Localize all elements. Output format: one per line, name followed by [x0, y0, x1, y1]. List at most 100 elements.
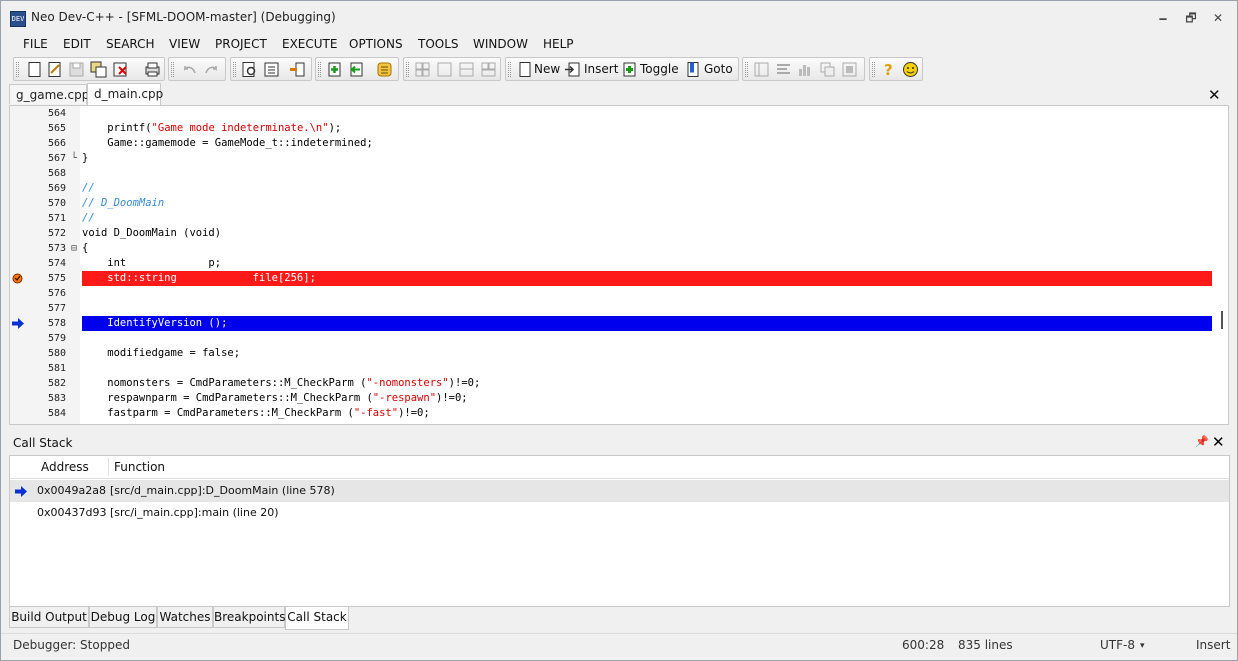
code-text[interactable]: modifiedgame = false; — [82, 346, 1212, 361]
code-text[interactable] — [82, 301, 1212, 316]
windows-icon[interactable] — [819, 61, 836, 78]
code-text[interactable]: int p; — [82, 256, 1212, 271]
code-line[interactable]: 580 modifiedgame = false; — [10, 346, 1228, 361]
code-text[interactable]: } — [82, 151, 1212, 166]
new-file-icon[interactable] — [26, 61, 43, 78]
menu-window[interactable]: WINDOW — [473, 37, 528, 51]
code-text[interactable] — [82, 361, 1212, 376]
table-row[interactable]: 0x0049a2a8 [src/d_main.cpp]:D_DoomMain (… — [10, 480, 1229, 502]
code-text[interactable]: std::string file[256]; — [82, 271, 1212, 286]
fold-toggle-icon[interactable]: ⊟ — [71, 241, 79, 256]
minimize-button[interactable]: 🗕 — [1152, 7, 1174, 29]
grid-view-icon[interactable] — [414, 61, 431, 78]
toolbar-grip[interactable] — [318, 62, 321, 77]
code-editor[interactable]: 564 565 printf("Game mode indeterminate.\… — [9, 105, 1229, 425]
close-file-icon[interactable] — [112, 61, 129, 78]
code-line[interactable]: 568 — [10, 166, 1228, 181]
menu-view[interactable]: VIEW — [169, 37, 200, 51]
code-text[interactable]: // — [82, 211, 1212, 226]
code-line[interactable]: 566 Game::gamemode = GameMode_t::indeter… — [10, 136, 1228, 151]
menu-tools[interactable]: TOOLS — [418, 37, 459, 51]
code-text[interactable]: // — [82, 181, 1212, 196]
toolbar-goto-button[interactable]: Goto — [704, 62, 733, 76]
toolbar-grip[interactable] — [171, 62, 174, 77]
redo-icon[interactable] — [203, 61, 220, 78]
close-editor-tab-icon[interactable]: ✕ — [1208, 86, 1221, 104]
code-text[interactable]: respawnparm = CmdParameters::M_CheckParm… — [82, 391, 1212, 406]
menu-file[interactable]: FILE — [23, 37, 48, 51]
code-line[interactable]: 577 — [10, 301, 1228, 316]
column-header-function[interactable]: Function — [114, 460, 165, 474]
code-text[interactable] — [82, 166, 1212, 181]
align-icon[interactable] — [775, 61, 792, 78]
find-icon[interactable] — [241, 61, 258, 78]
about-icon[interactable] — [902, 61, 919, 78]
column-header-address[interactable]: Address — [41, 460, 89, 474]
code-line[interactable]: 578 IdentifyVersion (); — [10, 316, 1228, 331]
chart-icon[interactable] — [797, 61, 814, 78]
code-text[interactable]: fastparm = CmdParameters::M_CheckParm ("… — [82, 406, 1212, 421]
goto-bookmark-icon[interactable] — [684, 61, 701, 78]
code-line[interactable]: 581 — [10, 361, 1228, 376]
code-line[interactable]: 565 printf("Game mode indeterminate.\n")… — [10, 121, 1228, 136]
remove-from-project-icon[interactable] — [348, 61, 365, 78]
tab-call-stack[interactable]: Call Stack — [285, 607, 349, 630]
print-icon[interactable] — [144, 61, 161, 78]
new-breakpoint-icon[interactable] — [516, 61, 533, 78]
replace-icon[interactable] — [263, 61, 280, 78]
code-line[interactable]: 573 ⊟{ — [10, 241, 1228, 256]
tab-debug-log[interactable]: Debug Log — [89, 607, 157, 628]
code-line[interactable]: 571 // — [10, 211, 1228, 226]
toolbar-grip[interactable] — [508, 62, 511, 77]
scrollbar-thumb[interactable] — [1221, 311, 1223, 329]
code-line[interactable]: 567 └} — [10, 151, 1228, 166]
split-view-icon[interactable] — [458, 61, 475, 78]
menu-help[interactable]: HELP — [543, 37, 574, 51]
toggle-icon[interactable] — [620, 61, 637, 78]
toolbar-insert-button[interactable]: Insert — [584, 62, 618, 76]
tab-d-main-cpp[interactable]: d_main.cpp — [87, 83, 163, 105]
breakpoint-icon[interactable] — [12, 273, 23, 284]
tab-build-output[interactable]: Build Output — [9, 607, 89, 628]
toolbar-toggle-button[interactable]: Toggle — [640, 62, 679, 76]
single-view-icon[interactable] — [436, 61, 453, 78]
menu-execute[interactable]: EXECUTE — [282, 37, 337, 51]
menu-project[interactable]: PROJECT — [215, 37, 267, 51]
code-text[interactable]: Game::gamemode = GameMode_t::indetermine… — [82, 136, 1212, 151]
code-line[interactable]: 574 int p; — [10, 256, 1228, 271]
code-line[interactable]: 583 respawnparm = CmdParameters::M_Check… — [10, 391, 1228, 406]
code-line[interactable]: 570 // D_DoomMain — [10, 196, 1228, 211]
undo-icon[interactable] — [181, 61, 198, 78]
toolbar-grip[interactable] — [872, 62, 875, 77]
code-text[interactable]: IdentifyVersion (); — [82, 316, 1212, 331]
code-text[interactable]: printf("Game mode indeterminate.\n"); — [82, 121, 1212, 136]
tab-g-game-cpp[interactable]: g_game.cpp — [9, 84, 89, 104]
table-row[interactable]: 0x00437d93 [src/i_main.cpp]:main (line 2… — [10, 502, 1229, 524]
code-line[interactable]: 576 — [10, 286, 1228, 301]
tab-breakpoints[interactable]: Breakpoints — [213, 607, 285, 628]
menu-search[interactable]: SEARCH — [106, 37, 155, 51]
column-divider[interactable] — [108, 458, 109, 476]
open-file-icon[interactable] — [46, 61, 63, 78]
code-line[interactable]: 582 nomonsters = CmdParameters::M_CheckP… — [10, 376, 1228, 391]
code-text[interactable]: { — [82, 241, 1212, 256]
toolbar-grip[interactable] — [16, 62, 19, 77]
add-to-project-icon[interactable] — [326, 61, 343, 78]
code-line[interactable]: 564 — [10, 106, 1228, 121]
code-text[interactable]: // D_DoomMain — [82, 196, 1212, 211]
toolbar-new-button[interactable]: New — [534, 62, 560, 76]
encoding-dropdown-icon[interactable]: ▾ — [1140, 641, 1145, 651]
encoding-selector[interactable]: UTF-8 — [1100, 638, 1135, 652]
close-panel-icon[interactable]: ✕ — [1212, 433, 1225, 451]
menu-options[interactable]: OPTIONS — [349, 37, 403, 51]
toolbar-grip[interactable] — [745, 62, 748, 77]
code-text[interactable]: void D_DoomMain (void) — [82, 226, 1212, 241]
panel-icon[interactable] — [753, 61, 770, 78]
code-line[interactable]: 569 // — [10, 181, 1228, 196]
pin-icon[interactable]: 📌 — [1195, 435, 1209, 448]
code-line[interactable]: 579 — [10, 331, 1228, 346]
toolbar-grip[interactable] — [406, 62, 409, 77]
menu-edit[interactable]: EDIT — [63, 37, 91, 51]
restore-button[interactable]: 🗗 — [1180, 7, 1202, 29]
help-icon[interactable]: ? — [880, 61, 897, 79]
